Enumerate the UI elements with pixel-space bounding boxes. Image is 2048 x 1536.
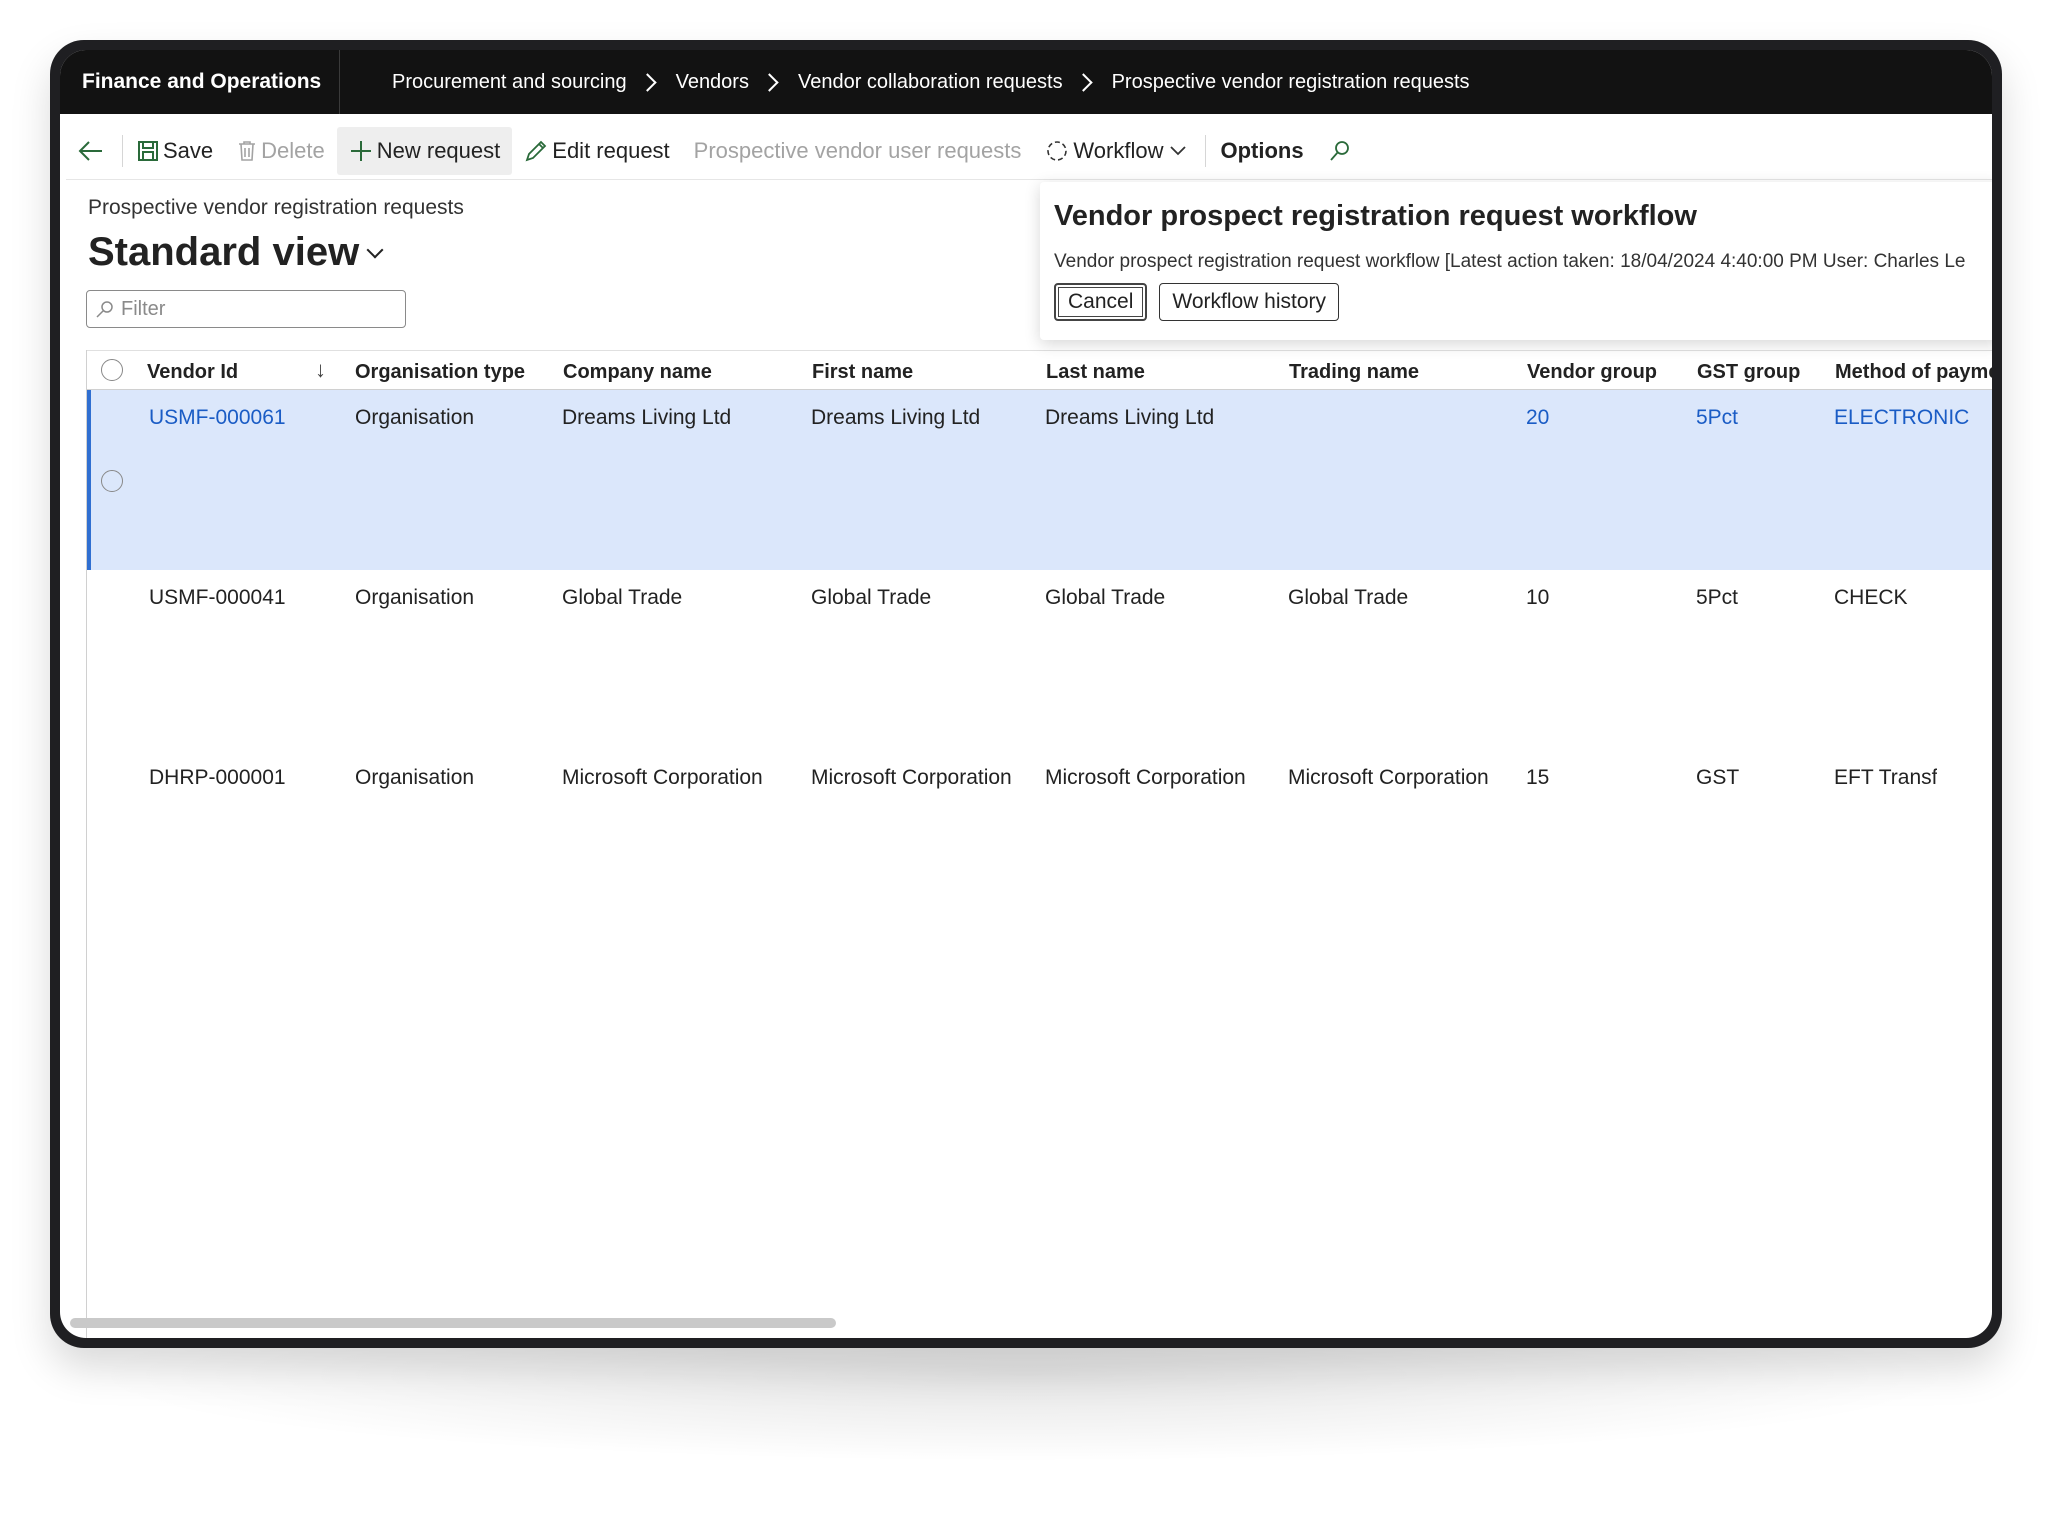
sort-down-icon[interactable]: ↓ — [315, 357, 326, 383]
cell-first-name: Dreams Living Ltd — [811, 406, 981, 429]
horizontal-scrollbar[interactable] — [70, 1318, 836, 1328]
workflow-popup: Vendor prospect registration request wor… — [1040, 182, 1992, 340]
cell-company-name: Dreams Living Ltd — [562, 406, 732, 429]
cell-last-name: Dreams Living Ltd — [1045, 406, 1215, 429]
cell-gst-group: 5Pct — [1696, 586, 1739, 609]
delete-button[interactable]: Delete — [225, 127, 337, 175]
search-button[interactable] — [1316, 127, 1368, 175]
cell-organisation-type: Organisation — [355, 766, 475, 789]
cell-vendor-group: 15 — [1526, 766, 1550, 789]
delete-icon — [237, 140, 257, 162]
breadcrumb: Procurement and sourcing Vendors Vendor … — [340, 71, 1470, 94]
workflow-button[interactable]: Workflow — [1033, 127, 1203, 175]
select-all-radio[interactable] — [101, 359, 123, 381]
cell-last-name: Global Trade — [1045, 586, 1166, 609]
top-navigation-bar: Finance and Operations Procurement and s… — [60, 50, 1992, 114]
action-pane: Save Delete New request Edit request Pro… — [66, 122, 1992, 180]
workflow-popup-buttons: Cancel Workflow history — [1054, 283, 1986, 321]
options-label: Options — [1220, 137, 1304, 163]
prospective-user-requests-button[interactable]: Prospective vendor user requests — [682, 127, 1034, 175]
cell-organisation-type: Organisation — [355, 406, 475, 429]
chevron-down-icon — [366, 241, 384, 258]
workflow-label: Workflow — [1073, 137, 1164, 163]
column-header-first-name[interactable]: First name — [812, 361, 913, 384]
cell-organisation-type: Organisation — [355, 586, 475, 609]
delete-label: Delete — [261, 137, 325, 163]
breadcrumb-item-current[interactable]: Prospective vendor registration requests — [1112, 71, 1470, 94]
cell-vendor-id: DHRP-000001 — [149, 766, 286, 789]
cell-method-of-payment: CHECK — [1834, 586, 1908, 609]
new-request-label: New request — [376, 137, 501, 163]
breadcrumb-item-vendors[interactable]: Vendors — [676, 71, 749, 94]
back-arrow-icon — [78, 140, 104, 162]
plus-icon — [349, 139, 373, 163]
search-icon — [1328, 139, 1352, 163]
edit-request-label: Edit request — [552, 137, 670, 163]
cell-gst-group: GST — [1696, 766, 1740, 789]
prospective-user-requests-label: Prospective vendor user requests — [693, 137, 1022, 163]
pencil-icon — [524, 139, 548, 163]
row-select-radio[interactable] — [101, 470, 123, 492]
workflow-popup-description: Vendor prospect registration request wor… — [1054, 251, 1966, 272]
column-header-vendor-id[interactable]: Vendor Id — [147, 361, 238, 384]
cell-vendor-group[interactable]: 20 — [1526, 406, 1549, 430]
cell-last-name: Microsoft Corporation — [1045, 766, 1246, 789]
table-row[interactable]: DHRP-000001 Organisation Microsoft Corpo… — [87, 750, 1992, 930]
filter-placeholder: Filter — [121, 297, 166, 320]
column-header-method-of-payment[interactable]: Method of payme — [1835, 361, 1992, 384]
view-selector[interactable]: Standard view — [88, 230, 384, 275]
chevron-right-icon — [637, 72, 657, 92]
column-header-gst-group[interactable]: GST group — [1697, 361, 1800, 384]
back-button[interactable] — [66, 127, 120, 175]
cell-vendor-id[interactable]: USMF-000061 — [149, 406, 286, 430]
tablet-frame: Finance and Operations Procurement and s… — [50, 40, 2002, 1348]
edit-request-button[interactable]: Edit request — [512, 127, 681, 175]
cell-first-name: Microsoft Corporation — [811, 766, 1012, 789]
screen: Finance and Operations Procurement and s… — [60, 50, 1992, 1338]
column-header-last-name[interactable]: Last name — [1046, 361, 1145, 384]
cancel-workflow-button[interactable]: Cancel — [1054, 283, 1148, 321]
chevron-right-icon — [760, 72, 779, 92]
table-row[interactable]: USMF-000041 Organisation Global Trade Gl… — [87, 570, 1992, 750]
breadcrumb-item-collaboration[interactable]: Vendor collaboration requests — [798, 71, 1063, 94]
cell-company-name: Global Trade — [562, 586, 683, 609]
save-icon — [137, 140, 159, 162]
table-row[interactable]: USMF-000061 Organisation Dreams Living L… — [87, 390, 1992, 570]
column-header-trading-name[interactable]: Trading name — [1289, 361, 1419, 384]
column-header-company-name[interactable]: Company name — [563, 361, 712, 384]
chevron-down-icon — [1169, 145, 1187, 157]
save-button[interactable]: Save — [125, 127, 225, 175]
cell-first-name: Global Trade — [811, 586, 932, 609]
column-header-organisation-type[interactable]: Organisation type — [355, 361, 525, 384]
cell-vendor-id: USMF-000041 — [149, 586, 286, 609]
filter-search-icon — [95, 299, 115, 319]
workflow-popup-title: Vendor prospect registration request wor… — [1054, 200, 1697, 232]
cell-company-name: Microsoft Corporation — [562, 766, 763, 789]
column-header-vendor-group[interactable]: Vendor group — [1527, 361, 1657, 384]
view-name: Standard view — [88, 230, 360, 274]
cell-method-of-payment: EFT Transf — [1834, 766, 1938, 789]
filter-input[interactable]: Filter — [86, 290, 406, 328]
cell-trading-name: Microsoft Corporation — [1288, 766, 1489, 789]
requests-grid: Vendor Id ↓ Organisation type Company na… — [86, 350, 1992, 1338]
separator — [122, 134, 123, 167]
new-request-button[interactable]: New request — [336, 126, 513, 175]
cell-trading-name: Global Trade — [1288, 586, 1409, 609]
page-subtitle: Prospective vendor registration requests — [88, 196, 464, 219]
save-label: Save — [163, 137, 214, 163]
workflow-history-button[interactable]: Workflow history — [1159, 283, 1340, 321]
breadcrumb-item-procurement[interactable]: Procurement and sourcing — [392, 71, 627, 94]
chevron-right-icon — [1073, 72, 1093, 92]
cell-gst-group[interactable]: 5Pct — [1696, 406, 1738, 430]
workflow-icon — [1045, 139, 1069, 163]
cell-vendor-group: 10 — [1526, 586, 1550, 609]
options-button[interactable]: Options — [1208, 127, 1315, 175]
grid-header: Vendor Id ↓ Organisation type Company na… — [87, 350, 1992, 390]
separator — [1205, 134, 1207, 167]
cell-method-of-payment[interactable]: ELECTRONIC — [1834, 406, 1969, 430]
app-title[interactable]: Finance and Operations — [60, 50, 340, 114]
